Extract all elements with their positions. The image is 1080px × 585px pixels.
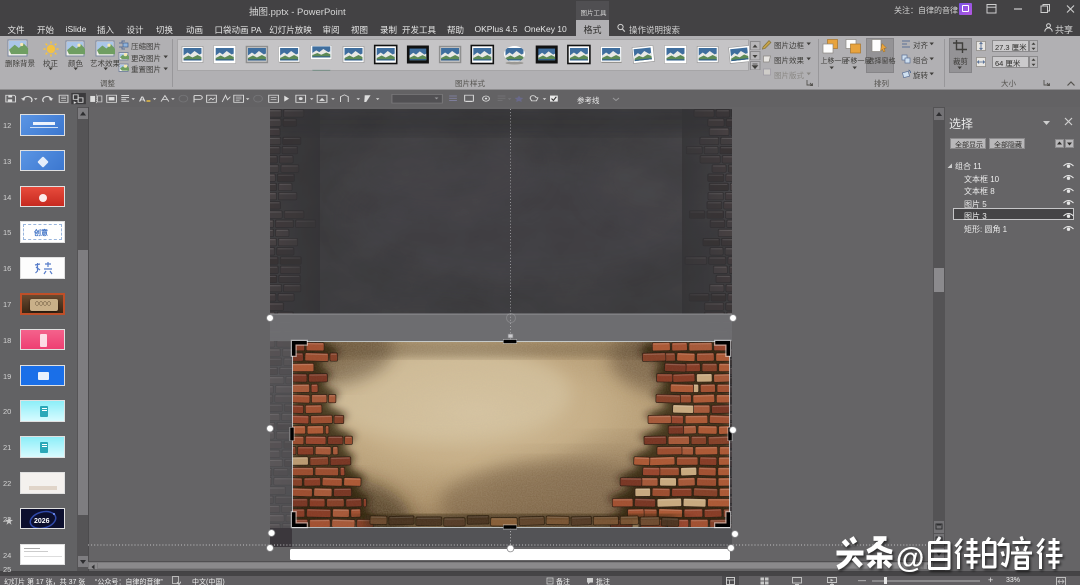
svg-text:A: A <box>139 95 147 104</box>
svg-text:2026: 2026 <box>34 518 50 525</box>
svg-text:@: @ <box>896 543 924 575</box>
